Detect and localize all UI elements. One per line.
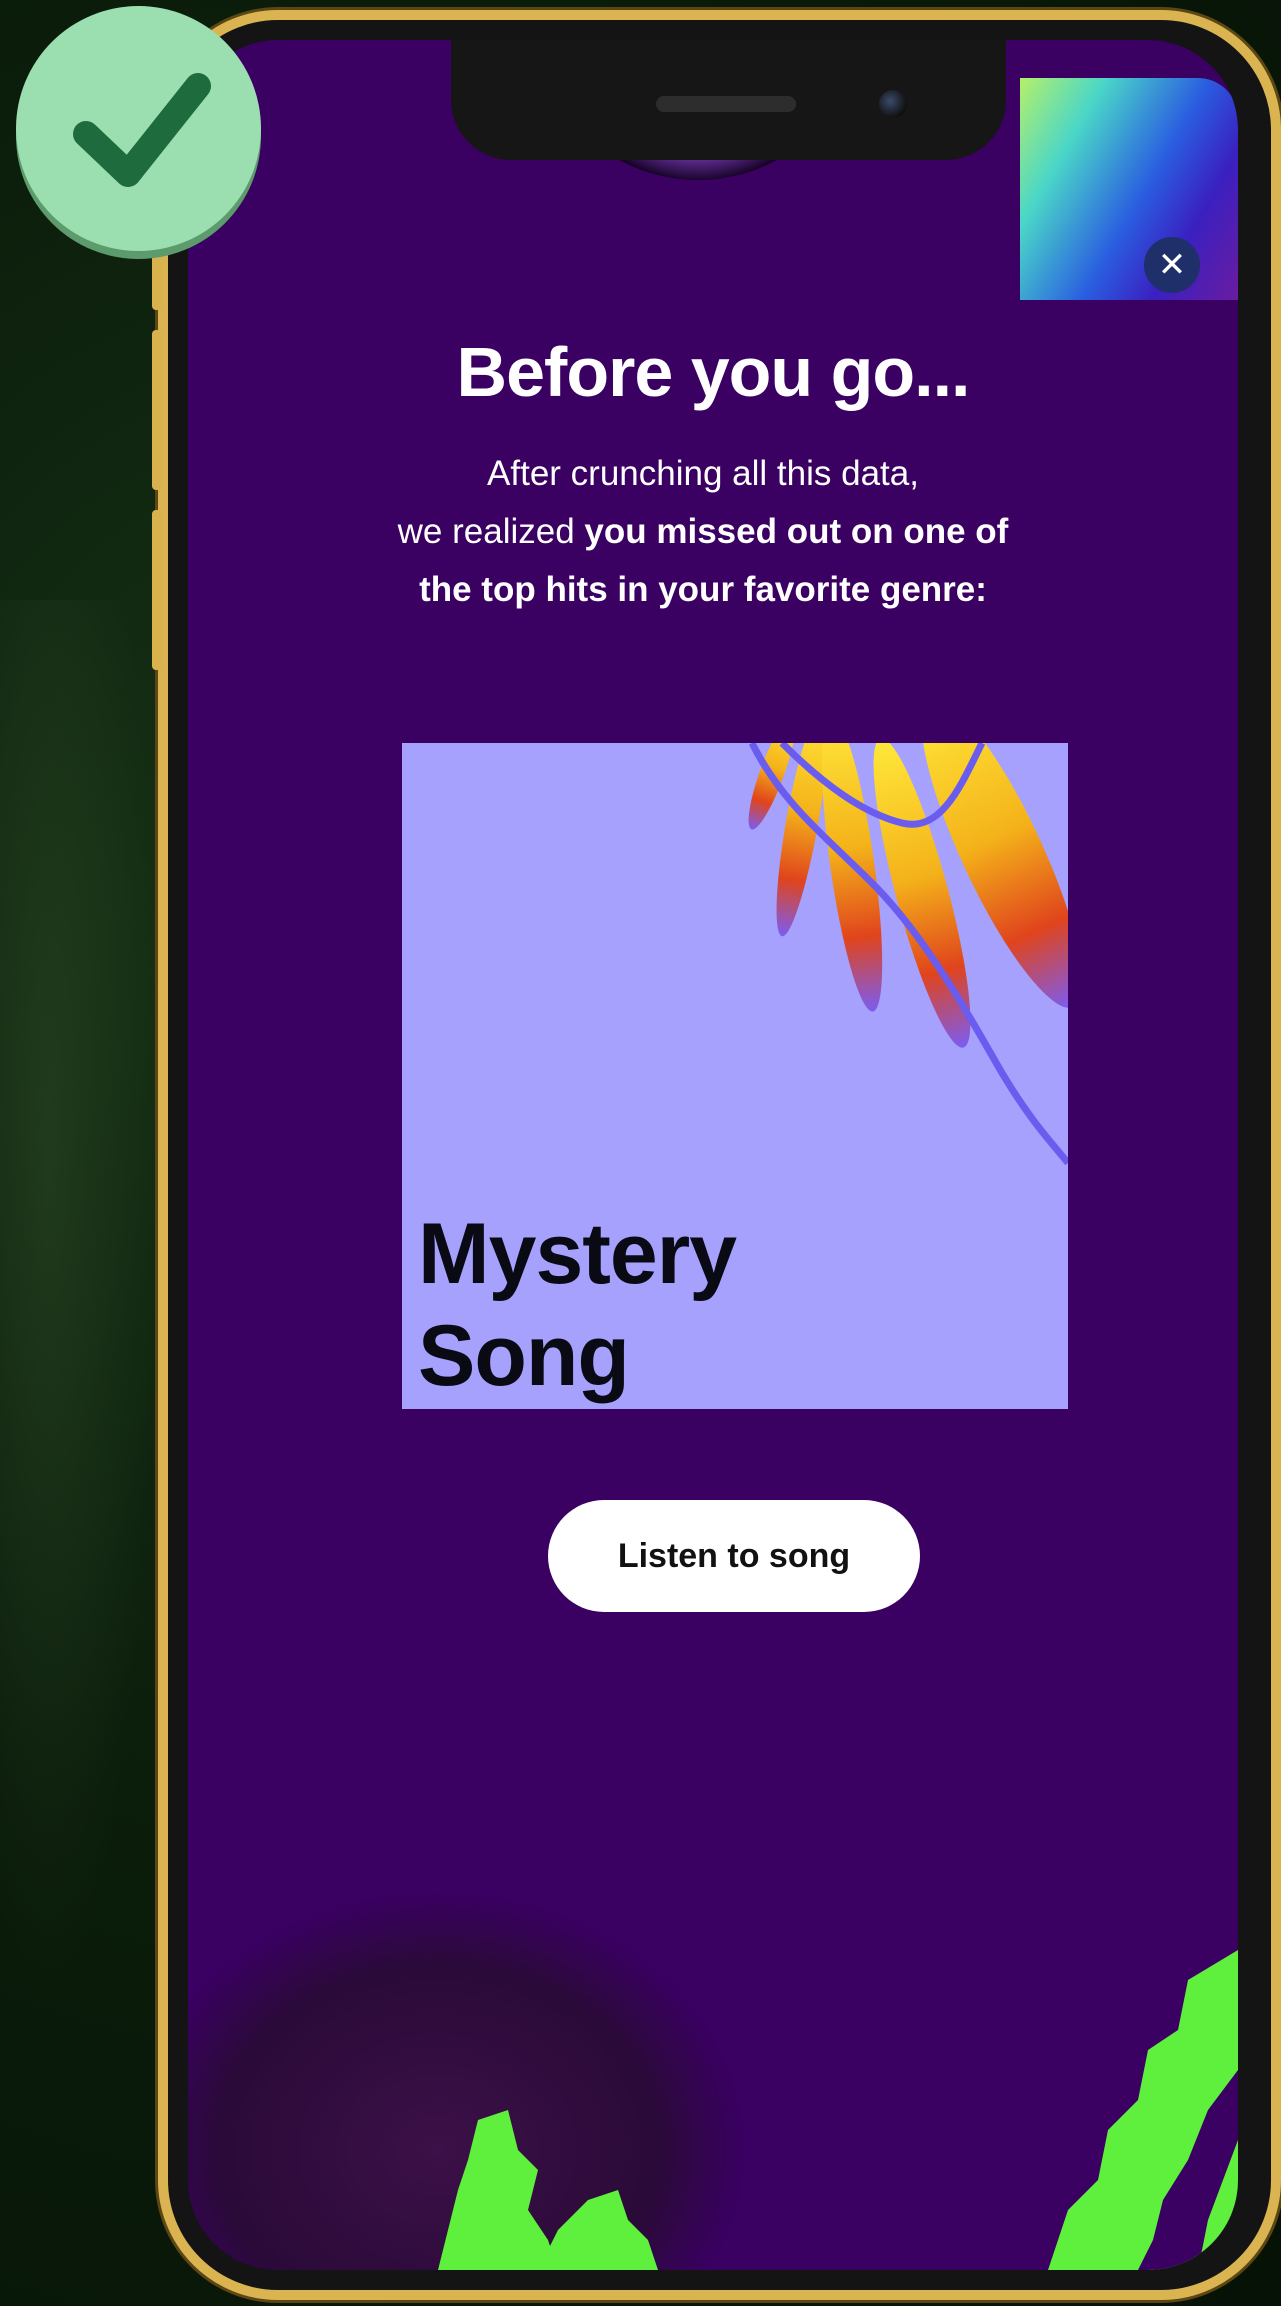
description-line-1: After crunching all this data,	[487, 454, 919, 493]
earpiece-speaker	[656, 96, 796, 112]
phone-volume-up-button	[152, 330, 162, 490]
description-line-2-bold: you missed out on one of	[584, 512, 1009, 551]
background-foliage	[0, 600, 160, 2000]
description-line-2-plain: we realized	[397, 512, 585, 551]
song-cover-art: Mystery Song	[402, 743, 1068, 1409]
checkmark-icon	[73, 73, 211, 187]
correct-badge	[16, 6, 261, 251]
modal-title: Before you go...	[456, 333, 971, 411]
description-line-3-bold: the top hits in your favorite genre:	[419, 570, 987, 609]
front-camera	[879, 90, 907, 118]
song-title-line-1: Mystery	[418, 1206, 737, 1302]
modal-description: After crunching all this data, we realiz…	[228, 445, 1178, 619]
song-title-line-2: Song	[418, 1308, 630, 1404]
phone-volume-down-button	[152, 510, 162, 670]
close-icon: ✕	[1157, 246, 1187, 284]
decorative-green-shapes	[438, 1950, 1238, 2270]
listen-to-song-button[interactable]: Listen to song	[548, 1500, 920, 1612]
phone-notch	[451, 40, 1006, 160]
phone-screen: ✕ Before you go... After crunching all t…	[188, 40, 1238, 2270]
decorative-gradient-corner	[1020, 78, 1238, 300]
close-button[interactable]: ✕	[1144, 237, 1200, 293]
song-title: Mystery Song	[418, 1203, 737, 1407]
